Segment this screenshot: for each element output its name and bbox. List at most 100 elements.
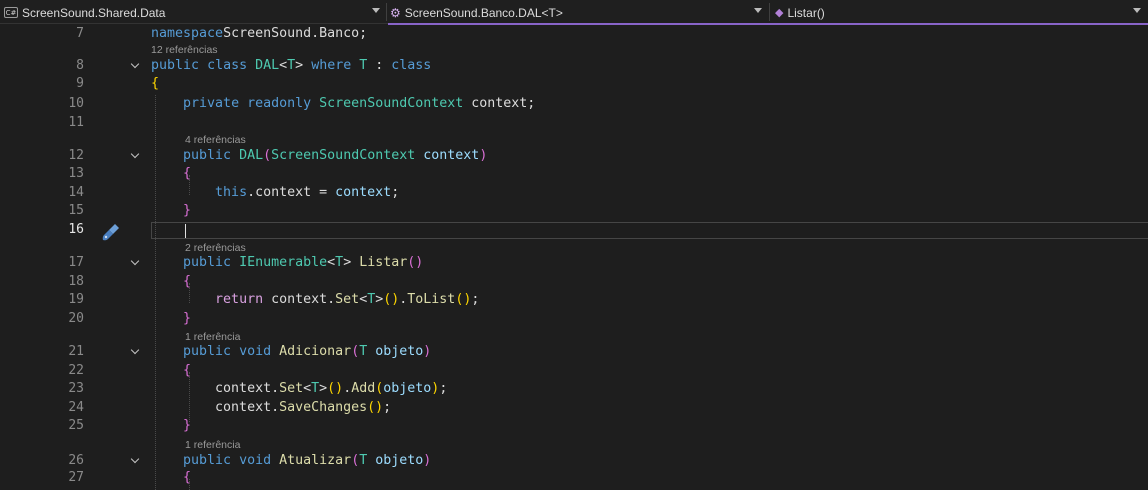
chevron-down-icon xyxy=(1133,8,1141,13)
line-number: 18 xyxy=(68,274,84,289)
code-token: public xyxy=(183,148,232,163)
line-number: 14 xyxy=(68,185,84,200)
line-number: 22 xyxy=(68,363,84,378)
code-token: Add xyxy=(351,381,376,396)
code-token: () xyxy=(327,381,344,396)
indent-guide xyxy=(189,479,190,490)
code-token: ) xyxy=(423,344,432,359)
project-dropdown-label: ScreenSound.Shared.Data xyxy=(22,5,166,20)
line-number: 13 xyxy=(68,166,84,181)
line-number: 16 xyxy=(68,222,84,237)
code-token: () xyxy=(383,292,400,307)
chevron-down-icon xyxy=(372,8,380,13)
code-token: ) xyxy=(423,453,432,468)
code-token: < xyxy=(279,58,288,73)
line-number: 27 xyxy=(68,470,84,485)
code-token: } xyxy=(183,203,192,218)
code-token: . xyxy=(343,381,352,396)
divider xyxy=(769,3,770,21)
code-token: : xyxy=(367,58,392,73)
code-token: < xyxy=(359,292,368,307)
collapse-chevron-icon[interactable] xyxy=(131,151,139,159)
code-token: < xyxy=(303,381,312,396)
line-number: 7 xyxy=(76,26,84,41)
code-token: void xyxy=(239,344,272,359)
code-token: { xyxy=(151,76,160,91)
code-token: ScreenSoundContext xyxy=(271,148,416,163)
code-token: objeto xyxy=(375,344,424,359)
code-line: private readonly ScreenSoundContext cont… xyxy=(151,95,535,113)
code-token: ; xyxy=(439,381,448,396)
line-number: 21 xyxy=(68,344,84,359)
code-token: ; xyxy=(383,400,392,415)
code-token: public xyxy=(183,453,232,468)
code-line: public DAL(ScreenSoundContext context) xyxy=(151,147,487,165)
type-dropdown[interactable]: ⚙ ScreenSound.Banco.DAL<T> xyxy=(390,3,766,22)
codelens-references[interactable]: 2 referências xyxy=(185,241,246,255)
code-token: Set xyxy=(279,381,304,396)
code-token: void xyxy=(239,453,272,468)
codelens-references[interactable]: 4 referências xyxy=(185,133,246,147)
line-number: 11 xyxy=(68,115,84,130)
code-token: context. xyxy=(151,400,280,415)
code-token: IEnumerable xyxy=(239,255,328,270)
code-token: return xyxy=(215,292,264,307)
current-line-highlight xyxy=(151,222,1148,239)
member-dropdown[interactable]: ◆ Listar() xyxy=(775,3,1145,22)
quick-actions-brush-icon[interactable] xyxy=(101,222,121,242)
code-token: ( xyxy=(263,148,272,163)
code-token: T xyxy=(311,381,320,396)
indent-guide xyxy=(189,283,190,303)
collapse-chevron-icon[interactable] xyxy=(131,258,139,266)
code-token: context. xyxy=(151,381,280,396)
code-editor[interactable]: 7 namespaceScreenSound.Banco; 8 12 referênc… xyxy=(0,25,1148,490)
collapse-chevron-icon[interactable] xyxy=(131,456,139,464)
code-line: return context.Set<T>().ToList(); xyxy=(151,291,479,309)
code-token: public xyxy=(151,58,200,73)
code-token: Banco; xyxy=(319,26,368,41)
text-cursor xyxy=(185,224,186,238)
line-number: 26 xyxy=(68,453,84,468)
code-line: public IEnumerable<T> Listar() xyxy=(151,254,423,272)
line-number: 12 xyxy=(68,148,84,163)
code-token: () xyxy=(407,255,424,270)
codelens-references[interactable]: 1 referência xyxy=(185,330,240,344)
code-token: ToList xyxy=(407,292,456,307)
code-token: ; xyxy=(471,292,480,307)
code-token: DAL xyxy=(239,148,264,163)
code-line: { xyxy=(151,165,191,183)
code-token: } xyxy=(183,311,192,326)
code-line: public void Atualizar(T objeto) xyxy=(151,452,431,470)
collapse-chevron-icon[interactable] xyxy=(131,347,139,355)
codelens-references[interactable]: 1 referência xyxy=(185,438,240,452)
code-token: ; xyxy=(391,185,400,200)
type-dropdown-label: ScreenSound.Banco.DAL<T> xyxy=(404,5,563,20)
line-number: 17 xyxy=(68,255,84,270)
code-token: this xyxy=(215,185,248,200)
code-token: . xyxy=(311,26,320,41)
line-number: 24 xyxy=(68,400,84,415)
code-line: public void Adicionar(T objeto) xyxy=(151,343,431,361)
member-dropdown-label: Listar() xyxy=(787,5,825,20)
codelens-references[interactable]: 12 referências xyxy=(151,43,218,57)
project-dropdown[interactable]: C# ScreenSound.Shared.Data xyxy=(4,3,384,22)
line-number: 25 xyxy=(68,418,84,433)
line-number: 10 xyxy=(68,96,84,111)
collapse-chevron-icon[interactable] xyxy=(131,61,139,69)
code-token: public xyxy=(183,255,232,270)
code-token: public xyxy=(183,344,232,359)
code-token: < xyxy=(327,255,336,270)
code-token: context. xyxy=(263,292,336,307)
chevron-down-icon xyxy=(754,8,762,13)
indent-guide xyxy=(189,372,190,422)
indent-guide xyxy=(189,175,190,195)
code-token: ) xyxy=(479,148,488,163)
glyph-margin xyxy=(0,25,20,490)
code-token: > xyxy=(295,58,312,73)
